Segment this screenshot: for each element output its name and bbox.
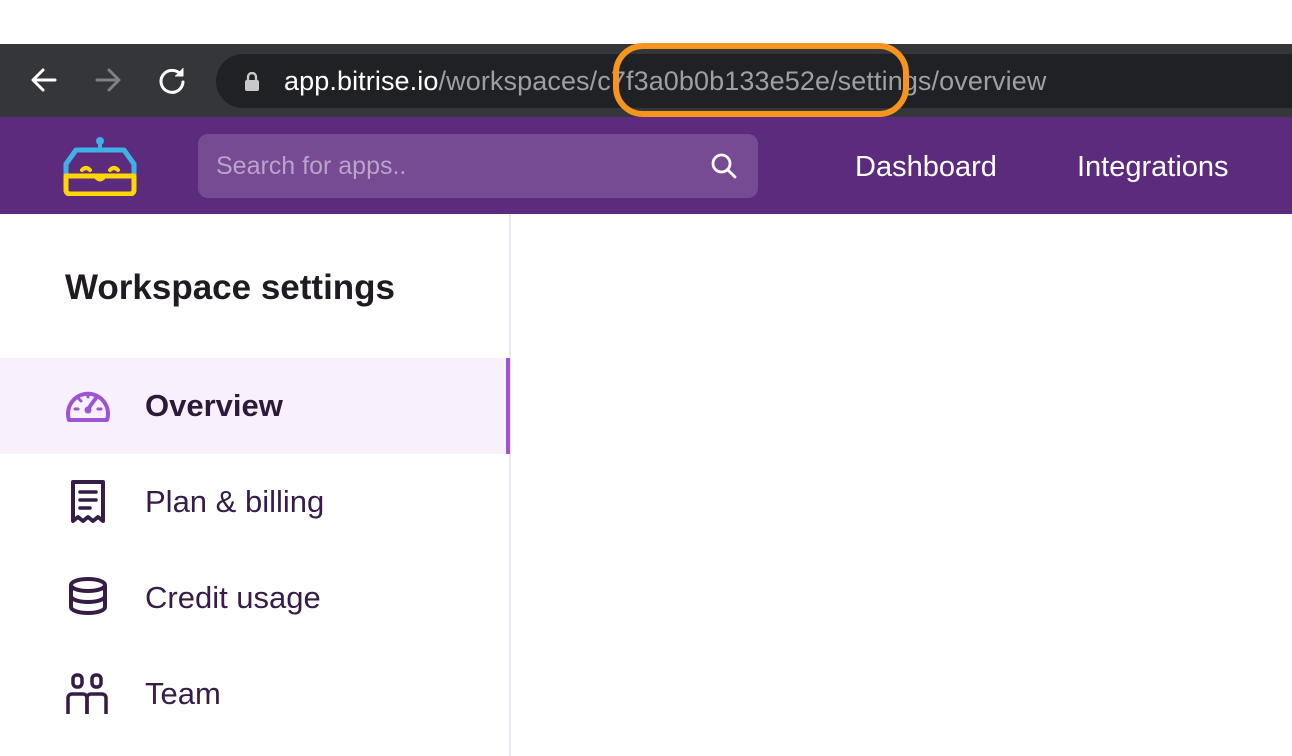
receipt-icon [71,480,105,523]
arrow-left-icon [31,68,57,92]
sidebar-item-overview[interactable]: Overview [0,358,510,454]
nav-integrations[interactable]: Integrations [1077,151,1229,184]
app-header: Dashboard Integrations [0,117,1292,214]
search-input[interactable] [216,134,696,198]
settings-sidebar: Workspace settings Overview Plan & billi… [0,214,511,756]
sidebar-item-label: Overview [145,388,283,423]
url-text: app.bitrise.io/workspaces/c7f3a0b0b133e5… [284,67,1046,95]
sidebar-item-plan-billing[interactable]: Plan & billing [0,454,509,550]
team-icon [66,673,108,714]
lock-icon [245,72,259,91]
sidebar-item-credit-usage[interactable]: Credit usage [0,550,509,646]
bitrise-bot-icon [63,137,137,197]
url-host: app.bitrise.io [284,66,439,96]
sidebar-item-label: Credit usage [145,580,321,615]
main-content [513,214,1292,756]
reload-button[interactable] [152,60,192,100]
browser-toolbar: app.bitrise.io/workspaces/c7f3a0b0b133e5… [0,44,1292,117]
gauge-icon [66,391,110,422]
arrow-right-icon [95,68,121,92]
sidebar-item-label: Plan & billing [145,484,325,519]
url-path: /workspaces/c7f3a0b0b133e52e/settings/ov… [438,66,1047,96]
back-button[interactable] [24,60,64,100]
forward-button[interactable] [88,60,128,100]
sidebar-item-label: Team [145,676,221,711]
sidebar-item-team[interactable]: Team [0,646,509,742]
reload-icon [159,68,185,94]
address-bar[interactable]: app.bitrise.io/workspaces/c7f3a0b0b133e5… [216,54,1292,108]
search-icon[interactable] [710,152,738,180]
sidebar-title: Workspace settings [65,268,396,307]
bitrise-logo[interactable] [62,136,138,201]
coin-stack-icon [69,577,107,615]
app-search [198,134,758,198]
nav-dashboard[interactable]: Dashboard [855,151,997,184]
screenshot-top-margin [0,0,1292,44]
